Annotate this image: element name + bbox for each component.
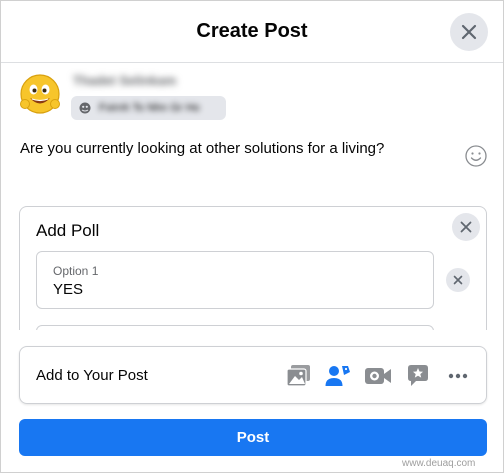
post-button[interactable]: Post [19,419,487,456]
add-to-post-bar: Add to Your Post [19,346,487,404]
close-icon [460,221,472,233]
feature-button[interactable] [403,361,433,391]
emoji-avatar [20,74,60,114]
video-camera-icon [365,368,391,384]
dialog-header: Create Post [1,1,503,63]
audience-selector[interactable]: Fxirnh To Nhn Gr Ho [71,96,226,120]
remove-poll-button[interactable] [452,213,480,241]
close-icon [453,275,463,285]
audience-label: Fxirnh To Nhn Gr Ho [99,102,200,114]
poll-option-label: Option 1 [53,264,99,278]
create-post-dialog: Create Post Thadet Selinkam Fxirnh To Nh… [0,0,504,473]
poll-title: Add Poll [36,221,100,240]
add-to-post-label: Add to Your Post [36,367,148,384]
audience-icon [79,102,91,114]
photo-icon [286,365,310,387]
tag-people-icon [325,366,350,386]
star-chat-icon [408,365,428,386]
tag-people-button[interactable] [323,361,353,391]
more-button[interactable] [443,361,473,391]
remove-option-button[interactable] [446,268,470,292]
poll-option-field-2[interactable] [36,325,434,330]
smiley-icon[interactable] [464,144,488,168]
watermark: www.deuaq.com [402,458,476,469]
dialog-title: Create Post [196,20,308,42]
live-video-button[interactable] [363,361,393,391]
close-icon [461,24,477,40]
close-button[interactable] [450,13,488,51]
poll-option-field[interactable]: Option 1 YES [36,251,434,309]
photo-video-button[interactable] [284,361,314,391]
poll-option-input[interactable]: YES [53,281,413,298]
more-icon [448,373,468,379]
user-name: Thadet Selinkam [73,73,177,88]
poll-container: Add Poll Option 1 YES [19,206,487,330]
post-text[interactable]: Are you currently looking at other solut… [20,140,384,157]
